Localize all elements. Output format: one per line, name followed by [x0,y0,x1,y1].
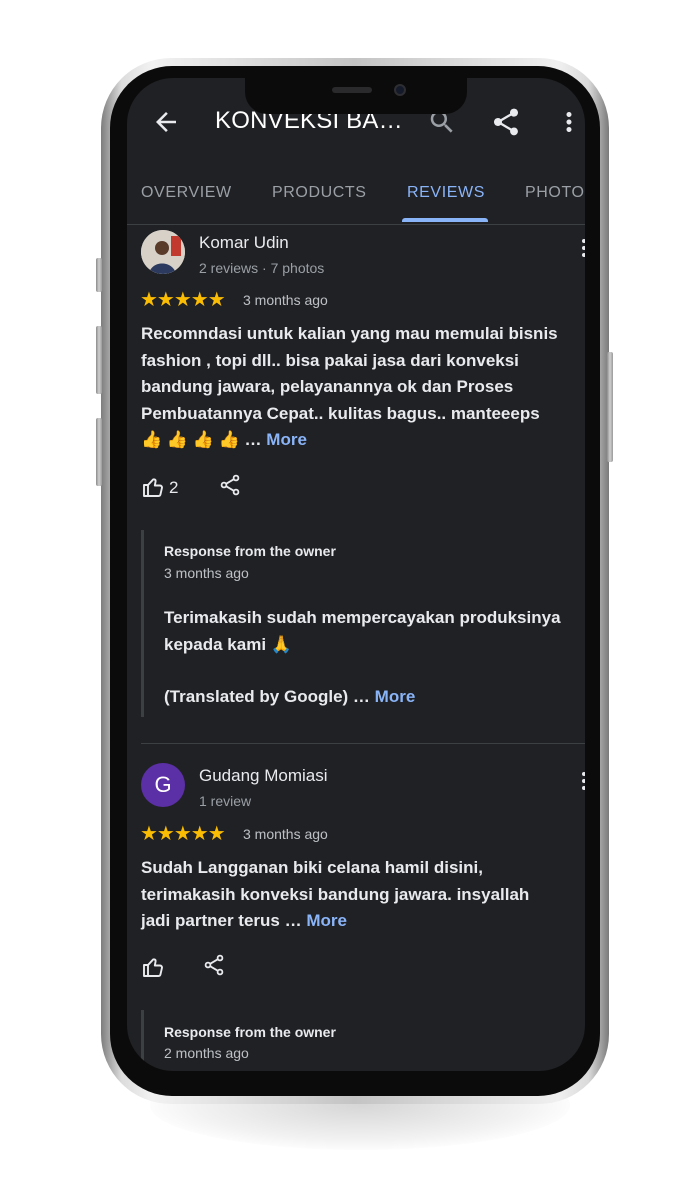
more-link[interactable]: More [375,687,416,706]
tab-products[interactable]: PRODUCTS [272,184,367,202]
reviews-list[interactable]: Komar Udin 2 reviews · 7 photos ★★★★★ 3 … [127,225,585,1071]
review-text: Sudah Langganan biki celana hamil disini… [141,855,561,935]
reviewer-meta: 1 review [199,793,252,809]
phone-button-left-top [96,258,102,292]
owner-response-text: Terimakasih sudah mempercayakan produksi… [164,608,561,654]
owner-response-translated: (Translated by Google) … More [164,684,574,711]
share-icon[interactable] [218,473,242,497]
share-icon[interactable] [490,106,522,138]
more-link[interactable]: More [306,911,347,930]
star-rating: ★★★★★ [140,823,226,845]
reviewer-avatar[interactable]: G [141,763,185,807]
tab-bar: OVERVIEW PRODUCTS REVIEWS PHOTOS [127,168,585,225]
reviewer-name[interactable]: Komar Udin [199,233,289,253]
arrow-left-icon[interactable] [151,107,181,137]
owner-response-time: 3 months ago [164,565,249,581]
review-text: Recomndasi untuk kalian yang mau memulai… [141,321,561,454]
translated-note: (Translated by Google) … [164,687,370,706]
share-icon[interactable] [202,953,226,977]
owner-response-time: 2 months ago [164,1045,249,1061]
reviewer-avatar[interactable] [141,230,185,274]
star-rating: ★★★★★ [140,289,226,311]
review-text-content: Recomndasi untuk kalian yang mau memulai… [141,324,558,449]
owner-response-title: Response from the owner [164,1024,336,1040]
review-time: 3 months ago [243,826,328,842]
review-menu-icon[interactable] [582,772,585,793]
person-photo-icon [141,230,185,274]
more-vert-icon[interactable] [554,106,584,138]
tab-active-indicator [402,218,488,222]
tab-reviews[interactable]: REVIEWS [407,184,485,202]
review-time: 3 months ago [243,292,328,308]
like-count: 2 [169,478,179,497]
camera-icon [394,84,406,96]
speaker-grille [332,87,372,93]
thumbs-up-icon[interactable] [141,955,165,979]
reviewer-meta: 2 reviews · 7 photos [199,260,325,276]
phone-button-left-mid [96,326,102,394]
owner-response-bar [141,1010,144,1071]
thumbs-up-icon[interactable] [141,475,165,499]
phone-notch [245,78,467,114]
phone-button-right [607,352,613,462]
review-divider [141,743,585,744]
owner-response-bar [141,530,144,717]
more-link[interactable]: More [266,430,307,449]
tab-photos[interactable]: PHOTOS [525,184,585,202]
owner-response-title: Response from the owner [164,543,336,559]
review-menu-icon[interactable] [582,239,585,260]
phone-button-left-bottom [96,418,102,486]
tab-overview[interactable]: OVERVIEW [141,184,232,202]
phone-screen: KONVEKSI BA… OVERVIEW PRODUCTS REVIEWS P… [127,78,585,1071]
reviewer-name[interactable]: Gudang Momiasi [199,766,328,786]
